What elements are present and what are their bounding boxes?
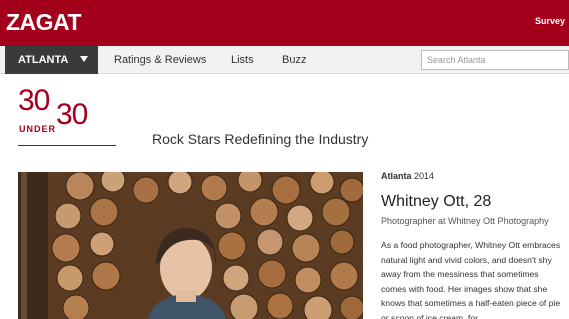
profile-name: Whitney Ott, 28 [381, 193, 492, 210]
profile-year: 2014 [414, 171, 435, 181]
profile-city: Atlanta [381, 171, 412, 181]
profile-bio: As a food photographer, Whitney Ott embr… [381, 240, 561, 319]
zagat-logo[interactable]: ZAGAT [6, 9, 82, 36]
badge-number-left: 30 [18, 84, 50, 117]
city-selector-label: ATLANTA [18, 54, 69, 66]
badge-underline [18, 145, 116, 146]
nav-link-buzz[interactable]: Buzz [282, 46, 306, 74]
30-under-30-badge: 30 30 UNDER [18, 86, 118, 150]
nav-link-lists[interactable]: Lists [231, 46, 254, 74]
chevron-down-icon [80, 56, 88, 62]
profile-role: Photographer at Whitney Ott Photography [381, 216, 549, 226]
profile-photo [18, 172, 363, 319]
nav-link-ratings-reviews[interactable]: Ratings & Reviews [114, 46, 206, 74]
page-headline: Rock Stars Redefining the Industry [152, 131, 369, 147]
survey-link[interactable]: Survey [535, 16, 565, 26]
search-input[interactable]: Search Atlanta [421, 50, 569, 70]
top-brand-bar: ZAGAT Survey [0, 0, 569, 46]
badge-under-label: UNDER [19, 124, 57, 134]
main-nav: ATLANTA Ratings & Reviews Lists Buzz Sea… [0, 46, 569, 74]
profile-meta: Atlanta 2014 [381, 171, 434, 181]
city-selector[interactable]: ATLANTA [5, 46, 98, 74]
badge-number-right: 30 [56, 98, 88, 131]
